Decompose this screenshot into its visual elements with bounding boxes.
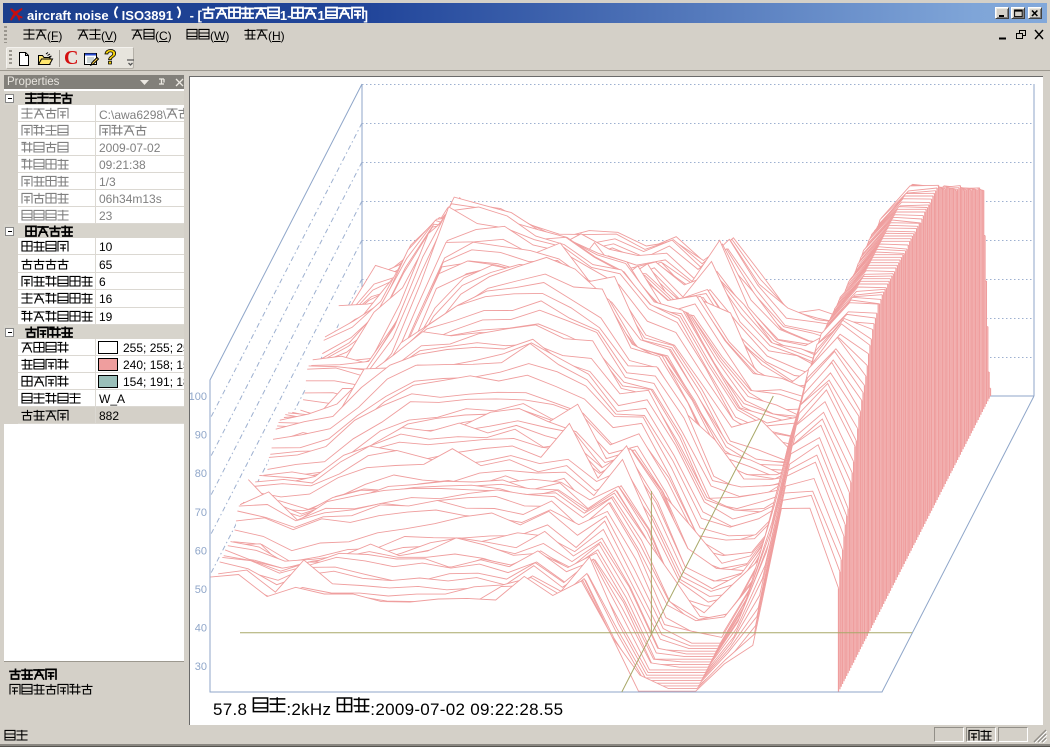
svg-text:30: 30: [195, 661, 207, 673]
svg-text:100: 100: [190, 391, 207, 403]
svg-text:70: 70: [195, 507, 207, 519]
svg-text:50: 50: [195, 584, 207, 596]
svg-text:90: 90: [195, 430, 207, 442]
svg-text:80: 80: [195, 468, 207, 480]
svg-text:40: 40: [195, 623, 207, 635]
svg-text:60: 60: [195, 545, 207, 557]
